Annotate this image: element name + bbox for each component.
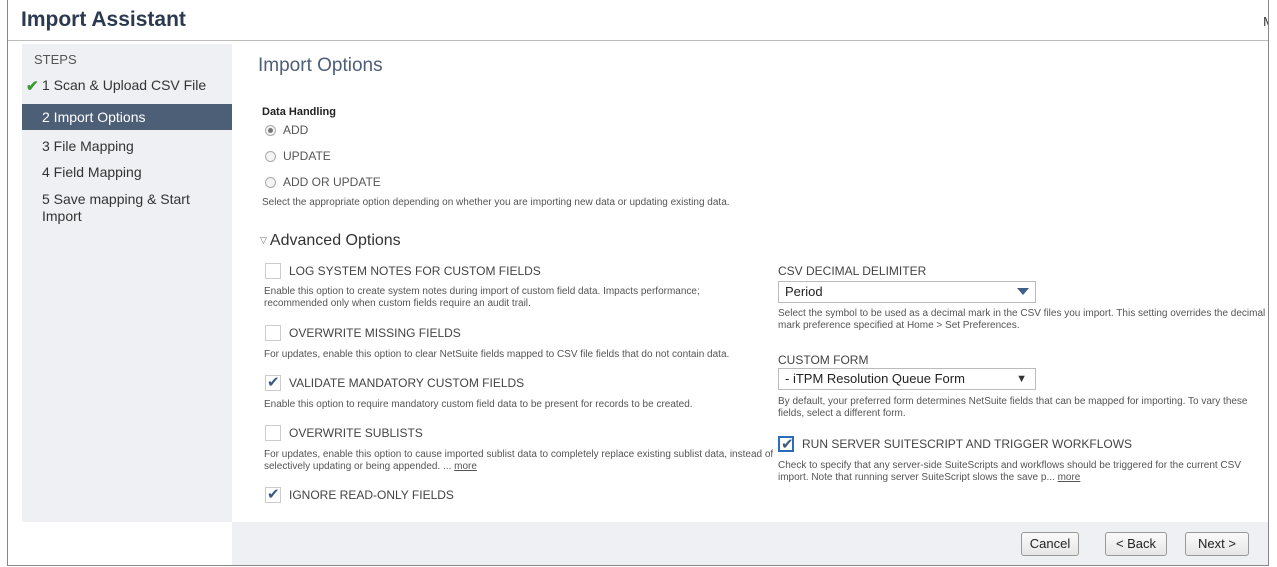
chevron-down-icon [1017, 288, 1029, 295]
radio-update[interactable]: UPDATE [265, 149, 331, 163]
radio-button[interactable] [265, 150, 276, 162]
checkbox-label: VALIDATE MANDATORY CUSTOM FIELDS [289, 376, 525, 390]
log-system-notes-checkbox[interactable] [265, 263, 281, 279]
checkbox-label: OVERWRITE MISSING FIELDS [289, 326, 461, 340]
step-label: 3 File Mapping [42, 138, 134, 154]
data-handling-help: Select the appropriate option depending … [262, 197, 730, 208]
select-value: Period [785, 284, 823, 299]
step-label: 1 Scan & Upload CSV File [42, 77, 207, 93]
select-value: - iTPM Resolution Queue Form [785, 371, 965, 386]
checkbox-label: IGNORE READ-ONLY FIELDS [289, 488, 454, 502]
log-system-notes-help: Enable this option to create system note… [264, 286, 700, 309]
main-content: Import Options Data Handling ADD UPDATE … [232, 44, 1268, 522]
overwrite-sublists-help: For updates, enable this option to cause… [264, 449, 784, 473]
overwrite-sublists-checkbox-row[interactable]: OVERWRITE SUBLISTS [265, 425, 423, 441]
checkbox-label: RUN SERVER SUITESCRIPT AND TRIGGER WORKF… [802, 437, 1133, 451]
ignore-readonly-checkbox[interactable] [265, 485, 281, 503]
more-link[interactable]: more [454, 461, 477, 472]
checkbox-label: OVERWRITE SUBLISTS [289, 426, 423, 440]
back-button[interactable]: < Back [1105, 532, 1167, 556]
step-label: 4 Field Mapping [42, 164, 142, 180]
csv-decimal-help: Select the symbol to be used as a decima… [778, 308, 1266, 331]
steps-sidebar: STEPS ✔ 1 Scan & Upload CSV File 2 Impor… [22, 44, 232, 522]
overwrite-missing-checkbox[interactable] [265, 325, 281, 341]
cancel-button[interactable]: Cancel [1021, 532, 1079, 556]
overwrite-missing-help: For updates, enable this option to clear… [264, 349, 730, 360]
log-system-notes-checkbox-row[interactable]: LOG SYSTEM NOTES FOR CUSTOM FIELDS [265, 263, 541, 279]
help-text: For updates, enable this option to cause… [264, 449, 774, 472]
advanced-options-title: Advanced Options [269, 232, 401, 249]
radio-label: ADD OR UPDATE [283, 175, 381, 189]
radio-button[interactable] [265, 176, 276, 188]
custom-form-help: By default, your preferred form determin… [778, 396, 1248, 419]
radio-add-or-update[interactable]: ADD OR UPDATE [265, 175, 381, 189]
checkbox-label: LOG SYSTEM NOTES FOR CUSTOM FIELDS [289, 264, 541, 278]
header: Import Assistant M [8, 0, 1268, 41]
csv-decimal-select[interactable]: Period [778, 281, 1036, 303]
radio-button[interactable] [265, 124, 276, 136]
step-save-mapping[interactable]: 5 Save mapping & Start Import [22, 191, 202, 225]
steps-title: STEPS [34, 52, 77, 67]
import-assistant-window: Import Assistant M STEPS ✔ 1 Scan & Uplo… [7, 0, 1269, 566]
run-server-checkbox[interactable] [778, 435, 794, 453]
ignore-readonly-checkbox-row[interactable]: IGNORE READ-ONLY FIELDS [265, 485, 454, 503]
radio-label: UPDATE [283, 149, 331, 163]
overwrite-missing-checkbox-row[interactable]: OVERWRITE MISSING FIELDS [265, 325, 461, 341]
step-label: 5 Save mapping & Start Import [42, 191, 190, 224]
run-server-help: Check to specify that any server-side Su… [778, 460, 1268, 484]
csv-decimal-label: CSV DECIMAL DELIMITER [778, 264, 927, 278]
run-server-checkbox-row[interactable]: RUN SERVER SUITESCRIPT AND TRIGGER WORKF… [778, 435, 1133, 453]
next-button[interactable]: Next > [1185, 532, 1249, 556]
more-link[interactable]: more [1058, 472, 1081, 483]
page-title: Import Options [258, 55, 383, 76]
step-label: 2 Import Options [42, 109, 146, 125]
chevron-down-icon: ▼ [1016, 373, 1027, 385]
advanced-options-toggle[interactable]: ▽ Advanced Options [260, 232, 401, 250]
app-title: Import Assistant [21, 8, 186, 31]
data-handling-label: Data Handling [262, 106, 336, 118]
custom-form-select[interactable]: - iTPM Resolution Queue Form ▼ [778, 368, 1036, 390]
radio-label: ADD [283, 123, 309, 137]
step-import-options[interactable]: 2 Import Options [22, 104, 232, 130]
validate-mandatory-checkbox[interactable] [265, 373, 281, 391]
step-scan-upload[interactable]: ✔ 1 Scan & Upload CSV File [22, 77, 232, 95]
validate-mandatory-help: Enable this option to require mandatory … [264, 399, 693, 410]
help-text: Check to specify that any server-side Su… [778, 460, 1241, 483]
step-field-mapping[interactable]: 4 Field Mapping [22, 164, 232, 180]
radio-add[interactable]: ADD [265, 123, 308, 137]
checkmark-icon: ✔ [26, 78, 39, 95]
header-right-text: M [1263, 14, 1268, 29]
validate-mandatory-checkbox-row[interactable]: VALIDATE MANDATORY CUSTOM FIELDS [265, 373, 525, 391]
step-file-mapping[interactable]: 3 File Mapping [22, 138, 232, 154]
overwrite-sublists-checkbox[interactable] [265, 425, 281, 441]
triangle-down-icon: ▽ [260, 235, 267, 245]
footer-bar: Cancel < Back Next > [232, 522, 1268, 565]
custom-form-label: CUSTOM FORM [778, 353, 869, 367]
